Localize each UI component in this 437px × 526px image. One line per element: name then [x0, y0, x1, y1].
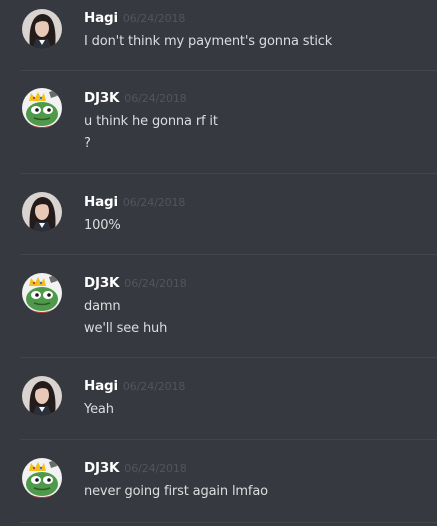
avatar-dj3k[interactable]	[22, 88, 62, 128]
message-text: 100%	[84, 218, 121, 233]
message-text: we'll see huh	[84, 321, 168, 336]
avatar-hagi[interactable]	[22, 376, 62, 416]
username[interactable]: Hagi	[84, 378, 118, 394]
message-text: ?	[84, 136, 91, 151]
timestamp: 06/24/2018	[124, 277, 187, 290]
girl-portrait-icon	[22, 192, 62, 232]
message-text: I don't think my payment's gonna stick	[84, 34, 333, 49]
message-divider	[20, 439, 437, 440]
message-divider	[20, 522, 437, 523]
username[interactable]: Hagi	[84, 194, 118, 210]
message-divider	[20, 173, 437, 174]
avatar-hagi[interactable]	[22, 9, 62, 49]
avatar-hagi[interactable]	[22, 192, 62, 232]
avatar-dj3k[interactable]	[22, 273, 62, 313]
message-divider	[20, 254, 437, 255]
girl-portrait-icon	[22, 376, 62, 416]
pepe-king-icon	[22, 273, 62, 313]
chat-messages: Hagi 06/24/2018 I don't think my payment…	[0, 0, 437, 526]
username[interactable]: DJ3K	[84, 275, 119, 291]
timestamp: 06/24/2018	[122, 196, 186, 209]
message-divider	[20, 70, 437, 71]
girl-portrait-icon	[22, 9, 62, 49]
username[interactable]: DJ3K	[84, 460, 119, 476]
message-text: u think he gonna rf it	[84, 114, 218, 129]
username[interactable]: Hagi	[84, 10, 118, 26]
message-text: Yeah	[84, 402, 114, 417]
message-text: never going first again lmfao	[84, 484, 268, 499]
pepe-king-icon	[22, 88, 62, 128]
timestamp: 06/24/2018	[124, 92, 187, 105]
message-divider	[20, 357, 437, 358]
timestamp: 06/24/2018	[122, 12, 186, 25]
timestamp: 06/24/2018	[124, 462, 187, 475]
message-text: damn	[84, 299, 121, 314]
username[interactable]: DJ3K	[84, 90, 119, 106]
avatar-dj3k[interactable]	[22, 458, 62, 498]
pepe-king-icon	[22, 458, 62, 498]
timestamp: 06/24/2018	[122, 380, 186, 393]
